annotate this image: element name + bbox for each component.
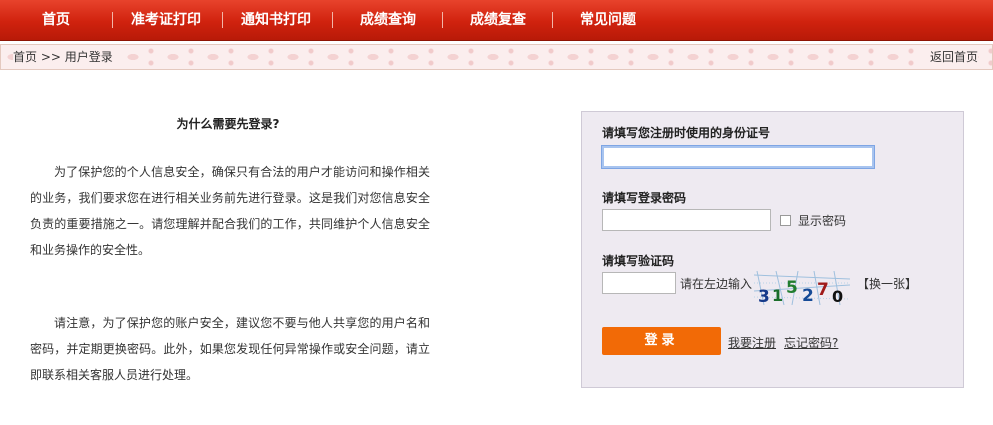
refresh-captcha-link[interactable]: 【换一张】 xyxy=(857,275,917,292)
captcha-input[interactable] xyxy=(602,272,676,294)
nav-item-home[interactable]: 首页 xyxy=(18,0,94,40)
captcha-image[interactable]: 3 1 5 2 7 0 xyxy=(754,271,850,305)
id-number-input[interactable] xyxy=(601,145,875,169)
captcha-char: 1 xyxy=(772,286,783,305)
forgot-password-link[interactable]: 忘记密码? xyxy=(784,334,838,351)
captcha-char: 2 xyxy=(802,286,814,305)
captcha-char: 0 xyxy=(832,287,843,305)
nav-item-score-query[interactable]: 成绩查询 xyxy=(340,0,436,40)
login-button[interactable]: 登录 xyxy=(602,327,721,355)
info-title: 为什么需要先登录? xyxy=(176,117,280,131)
nav-separator xyxy=(112,12,113,28)
id-number-label: 请填写您注册时使用的身份证号 xyxy=(602,126,771,140)
breadcrumb: 首页 >> 用户登录 xyxy=(13,45,117,69)
captcha-label: 请填写验证码 xyxy=(602,254,675,268)
nav-item-score-review[interactable]: 成绩复查 xyxy=(450,0,546,40)
password-input[interactable] xyxy=(602,209,771,231)
info-paragraph-2: 请注意，为了保护您的账户安全，建议您不要与他人共享您的用户名和密码，并定期更换密… xyxy=(30,316,430,382)
nav-separator xyxy=(332,12,333,28)
back-home-link[interactable]: 返回首页 xyxy=(925,45,978,69)
register-link[interactable]: 我要注册 xyxy=(728,334,776,351)
nav-item-notice-print[interactable]: 通知书打印 xyxy=(228,0,324,40)
nav-separator xyxy=(552,12,553,28)
captcha-char: 5 xyxy=(786,278,798,298)
password-label: 请填写登录密码 xyxy=(602,191,687,205)
nav-item-admission-ticket[interactable]: 准考证打印 xyxy=(118,0,214,40)
show-password-label: 显示密码 xyxy=(798,214,847,228)
info-paragraph-1: 为了保护您的个人信息安全，确保只有合法的用户才能访问和操作相关的业务，我们要求您… xyxy=(30,165,430,257)
nav-item-faq[interactable]: 常见问题 xyxy=(560,0,656,40)
captcha-hint: 请在左边输入 xyxy=(680,277,753,291)
top-nav-bar: 首页 准考证打印 通知书打印 成绩查询 成绩复查 常见问题 xyxy=(0,0,993,41)
captcha-char: 3 xyxy=(758,287,770,305)
captcha-char: 7 xyxy=(817,280,829,300)
breadcrumb-bar: 首页 >> 用户登录 返回首页 xyxy=(0,44,993,70)
nav-separator xyxy=(222,12,223,28)
nav-separator xyxy=(442,12,443,28)
show-password-checkbox[interactable] xyxy=(780,215,791,226)
login-panel: 请填写您注册时使用的身份证号 请填写登录密码 显示密码 请填写验证码 请在左边输… xyxy=(581,111,964,388)
decorative-pattern xyxy=(1,45,992,69)
